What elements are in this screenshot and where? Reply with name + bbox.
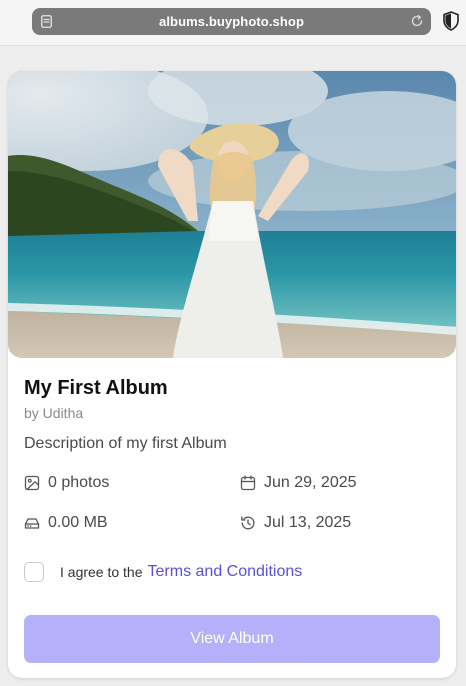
terms-agreement: I agree to the Terms and Conditions xyxy=(24,561,302,582)
created-date-label: Jun 29, 2025 xyxy=(264,474,357,491)
image-icon xyxy=(24,475,40,491)
privacy-shield-icon[interactable] xyxy=(443,11,459,31)
terms-checkbox[interactable] xyxy=(24,561,44,582)
tab-overview-icon[interactable] xyxy=(41,15,52,28)
url-text: albums.buyphoto.shop xyxy=(159,14,304,29)
reload-icon[interactable] xyxy=(410,14,424,28)
hard-drive-icon xyxy=(24,518,40,529)
storage-size-label: 0.00 MB xyxy=(48,514,108,531)
terms-prefix: I agree to the xyxy=(60,563,143,580)
browser-toolbar: albums.buyphoto.shop xyxy=(0,0,466,46)
album-cover-image[interactable] xyxy=(8,71,456,358)
album-title: My First Album xyxy=(24,377,168,399)
photo-count: 0 photos xyxy=(24,473,109,493)
updated-date-label: Jul 13, 2025 xyxy=(264,514,352,531)
terms-link[interactable]: Terms and Conditions xyxy=(148,563,303,581)
album-owner: by Uditha xyxy=(24,405,84,421)
created-date: Jun 29, 2025 xyxy=(240,473,357,493)
updated-date: Jul 13, 2025 xyxy=(240,513,351,533)
album-card: My First Album by Uditha Description of … xyxy=(8,71,456,678)
photo-count-label: 0 photos xyxy=(48,474,110,491)
address-bar[interactable]: albums.buyphoto.shop xyxy=(32,8,431,35)
calendar-icon xyxy=(240,475,256,491)
history-icon xyxy=(241,516,255,530)
storage-size: 0.00 MB xyxy=(24,513,108,533)
view-album-button[interactable]: View Album xyxy=(24,615,440,663)
album-description: Description of my first Album xyxy=(24,435,227,452)
